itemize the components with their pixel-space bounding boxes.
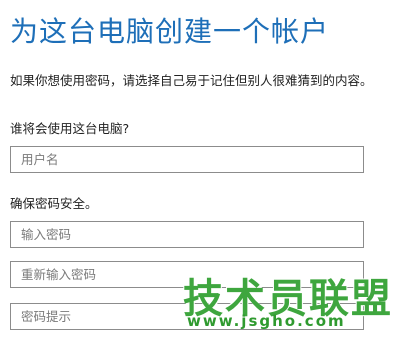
page-title: 为这台电脑创建一个帐户 (10, 15, 330, 48)
user-section-label: 谁将会使用这台电脑? (10, 121, 130, 136)
confirm-password-field[interactable] (10, 261, 364, 288)
password-hint-field[interactable] (10, 303, 364, 330)
username-field[interactable] (10, 146, 364, 173)
password-section-label: 确保密码安全。 (10, 196, 98, 211)
page-description: 如果你想使用密码，请选择自己易于记住但别人很难猜到的内容。 (10, 73, 373, 88)
password-field[interactable] (10, 221, 364, 248)
